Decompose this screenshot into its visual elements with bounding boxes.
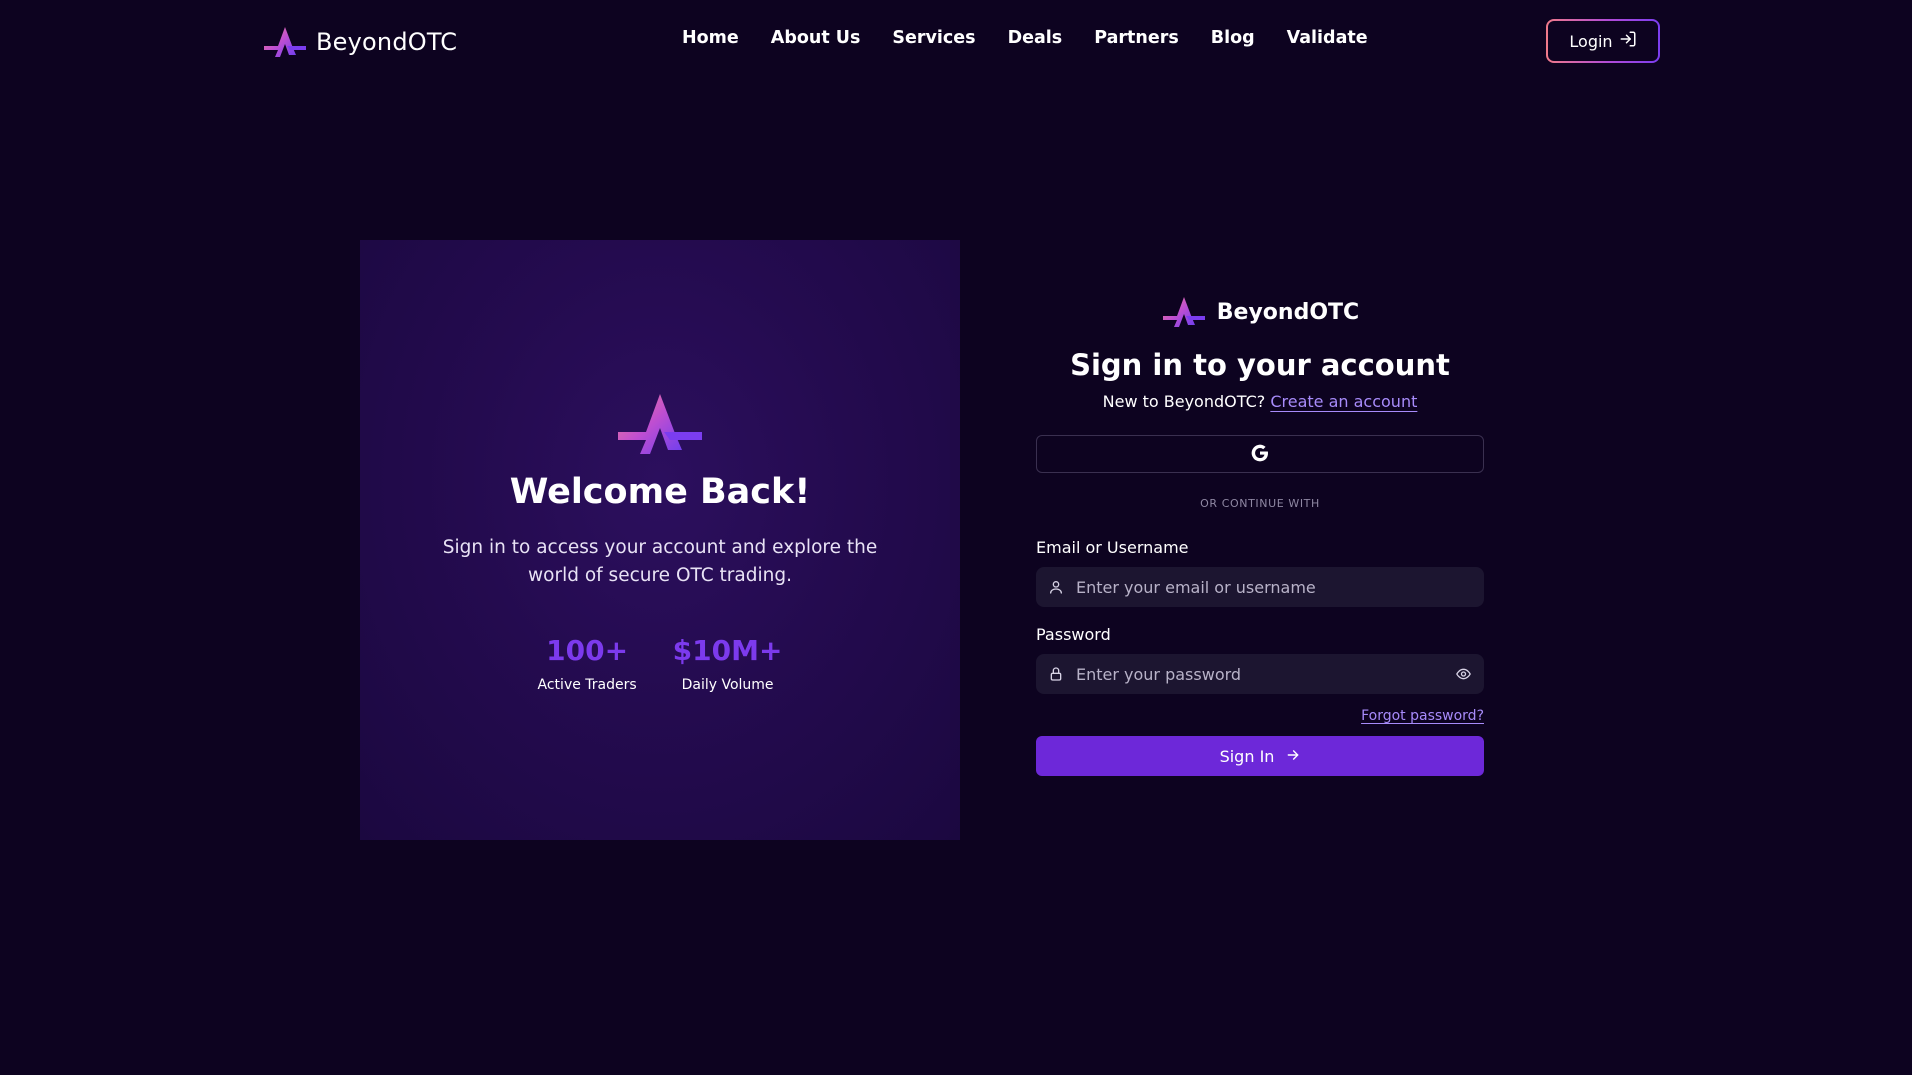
password-label: Password xyxy=(1036,625,1111,644)
email-field-group: Email or Username xyxy=(1036,538,1484,607)
stat-daily-volume: $10M+ Daily Volume xyxy=(673,634,783,693)
google-signin-button[interactable] xyxy=(1036,435,1484,473)
sign-in-button[interactable]: Sign In xyxy=(1036,736,1484,776)
arrow-right-icon xyxy=(1286,747,1300,766)
brand-name: BeyondOTC xyxy=(316,28,458,56)
forgot-password-link[interactable]: Forgot password? xyxy=(1361,708,1484,724)
form-brand: BeyondOTC xyxy=(1161,290,1359,334)
welcome-logo-icon xyxy=(612,388,708,460)
stat-label: Active Traders xyxy=(537,677,637,693)
form-title: Sign in to your account xyxy=(1070,348,1450,382)
signin-form: BeyondOTC Sign in to your account New to… xyxy=(1036,290,1484,776)
new-user-text: New to BeyondOTC? xyxy=(1102,392,1266,411)
email-input-wrapper xyxy=(1036,567,1484,607)
email-input[interactable] xyxy=(1036,567,1484,607)
nav-link-about-us[interactable]: About Us xyxy=(771,28,861,48)
top-navbar: BeyondOTC Home About Us Services Deals P… xyxy=(0,0,1912,84)
nav-link-partners[interactable]: Partners xyxy=(1094,28,1179,48)
forgot-row: Forgot password? xyxy=(1036,708,1484,724)
nav-link-services[interactable]: Services xyxy=(892,28,975,48)
main-nav: Home About Us Services Deals Partners Bl… xyxy=(682,28,1368,48)
nav-link-deals[interactable]: Deals xyxy=(1008,28,1063,48)
stat-active-traders: 100+ Active Traders xyxy=(538,634,637,693)
lock-icon xyxy=(1048,666,1064,682)
password-field-group: Password xyxy=(1036,625,1484,694)
stats-row: 100+ Active Traders $10M+ Daily Volume xyxy=(538,634,783,693)
stat-value: $10M+ xyxy=(672,634,783,667)
stat-value: 100+ xyxy=(546,634,629,667)
beyondotc-logo-icon xyxy=(1161,294,1207,330)
sign-in-label: Sign In xyxy=(1219,746,1275,766)
email-label: Email or Username xyxy=(1036,538,1189,557)
show-password-eye-icon[interactable] xyxy=(1455,666,1472,682)
user-icon xyxy=(1048,579,1064,595)
nav-link-blog[interactable]: Blog xyxy=(1211,28,1255,48)
welcome-panel: Welcome Back! Sign in to access your acc… xyxy=(360,240,960,840)
login-button[interactable]: Login xyxy=(1546,19,1660,63)
signup-prompt: New to BeyondOTC? Create an account xyxy=(1103,392,1418,411)
login-button-label: Login xyxy=(1569,31,1613,51)
password-input-wrapper xyxy=(1036,654,1484,694)
create-account-link[interactable]: Create an account xyxy=(1270,392,1417,411)
stat-label: Daily Volume xyxy=(681,677,774,693)
login-icon xyxy=(1619,30,1637,52)
google-icon xyxy=(1250,443,1270,466)
divider-text: OR CONTINUE WITH xyxy=(1200,497,1320,510)
nav-link-home[interactable]: Home xyxy=(682,28,739,48)
nav-link-validate[interactable]: Validate xyxy=(1287,28,1368,48)
brand-home-link[interactable]: BeyondOTC xyxy=(262,22,457,62)
welcome-subtitle: Sign in to access your account and explo… xyxy=(442,537,878,586)
form-brand-name: BeyondOTC xyxy=(1216,299,1360,325)
welcome-title: Welcome Back! xyxy=(509,472,811,512)
beyondotc-logo-icon xyxy=(262,24,308,60)
password-input[interactable] xyxy=(1036,654,1484,694)
